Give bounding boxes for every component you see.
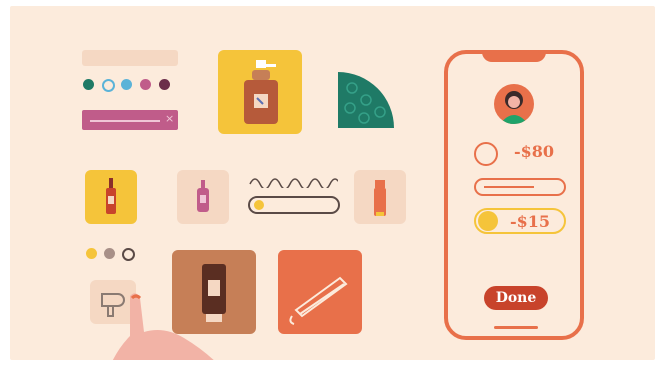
swatch-yellow[interactable] (86, 248, 97, 259)
discount-circle-icon (474, 142, 498, 166)
search-bar[interactable]: × (82, 110, 178, 130)
soap-bottle-tile[interactable] (218, 50, 302, 134)
lipstick-icon (374, 180, 386, 216)
canvas: × -$80 -$15 Done (0, 0, 662, 365)
price-one: -$80 (514, 142, 555, 161)
home-indicator (494, 326, 538, 329)
phone-mockup: -$80 -$15 Done (444, 50, 584, 340)
slider-track[interactable] (248, 196, 340, 214)
slider-knob[interactable] (254, 200, 264, 210)
swatch-blue[interactable] (121, 79, 132, 90)
search-bar-line (90, 120, 160, 122)
tube-tile[interactable] (172, 250, 256, 334)
dropper-bottle-icon (197, 180, 209, 212)
close-icon[interactable]: × (165, 112, 174, 125)
swatch-taupe[interactable] (104, 248, 115, 259)
price-pill[interactable]: -$15 (474, 208, 566, 234)
empty-pill-field[interactable] (474, 178, 566, 196)
illustration-scene: × -$80 -$15 Done (10, 6, 655, 360)
hair-straightener-icon (289, 276, 348, 325)
swatch-plum[interactable] (159, 79, 170, 90)
dropper-tile[interactable] (177, 170, 229, 224)
tube-icon (202, 264, 226, 322)
soap-bottle-icon (244, 60, 278, 124)
swatch-teal[interactable] (83, 79, 94, 90)
swatch-outline[interactable] (122, 248, 135, 261)
pill-line (484, 186, 534, 188)
serum-bottle-icon (106, 178, 116, 214)
lipstick-tile[interactable] (354, 170, 406, 224)
swatch-pink[interactable] (140, 79, 151, 90)
price-two: -$15 (510, 212, 551, 231)
teal-pattern-shape (338, 72, 394, 128)
wave-line (249, 178, 338, 188)
pill-product-icon (478, 211, 498, 231)
serum-tile[interactable] (85, 170, 137, 224)
color-picker-header (82, 50, 178, 66)
avatar (494, 84, 534, 124)
avatar-icon (500, 91, 528, 124)
straightener-tile[interactable] (278, 250, 362, 334)
swatch-blue-outline[interactable] (102, 79, 115, 92)
done-button[interactable]: Done (484, 286, 548, 310)
phone-notch (482, 50, 546, 62)
